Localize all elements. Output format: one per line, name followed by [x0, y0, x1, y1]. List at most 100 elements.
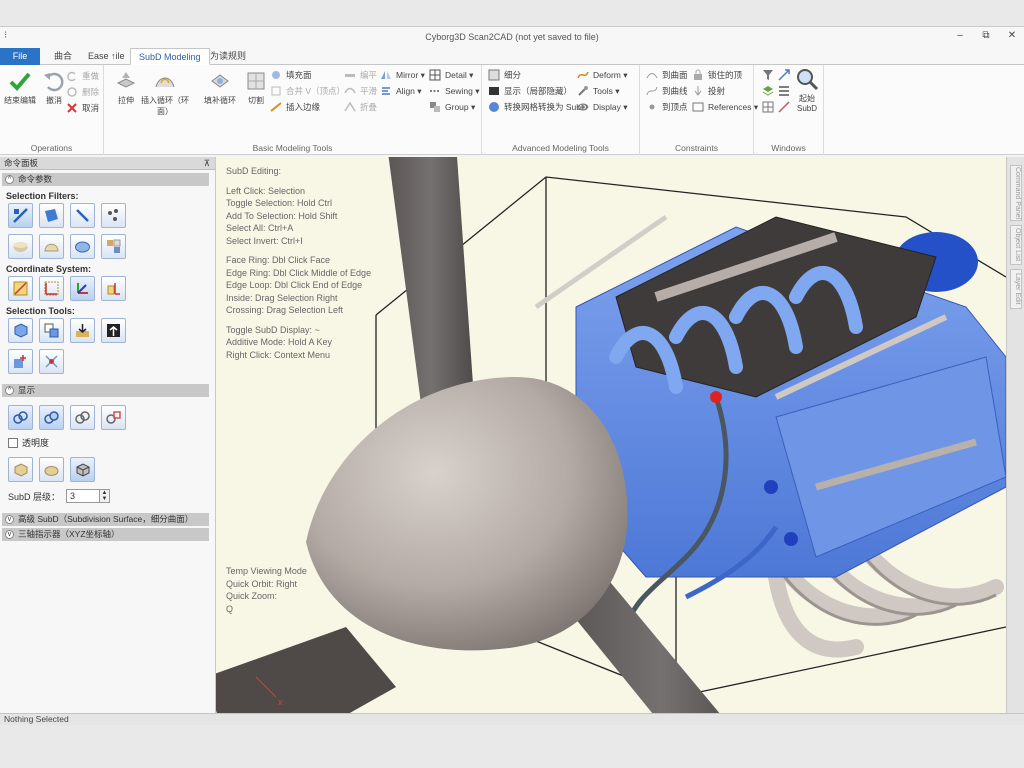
to-vertex-label: 到顶点	[662, 102, 688, 112]
subd-level-stepper[interactable]: ▲ ▼	[100, 489, 111, 503]
filter-vertex-button[interactable]	[8, 203, 33, 228]
merge-vertex-button[interactable]: 合并 V（顶点）	[270, 84, 345, 98]
tool-select-down-button[interactable]	[70, 318, 95, 343]
show-hide-button[interactable]: 显示（局部隐藏）	[488, 84, 572, 98]
filter-group-button[interactable]	[101, 234, 126, 259]
filter-edge-button[interactable]	[70, 203, 95, 228]
coord-local-button[interactable]	[70, 276, 95, 301]
display-mode-3-button[interactable]	[70, 405, 95, 430]
project-button[interactable]: 投射	[692, 84, 725, 98]
coord-view-button[interactable]	[39, 276, 64, 301]
coord-world-button[interactable]	[8, 276, 33, 301]
tool-select-up-button[interactable]	[101, 318, 126, 343]
minimize-button[interactable]: –	[954, 30, 966, 42]
detail-button[interactable]: Detail ▾	[429, 68, 473, 82]
display-mode-1-button[interactable]	[8, 405, 33, 430]
display-mode-2-button[interactable]	[39, 405, 64, 430]
section-advanced-subd[interactable]: v 高级 SubD（Subdivision Surface，细分曲面）	[2, 513, 209, 526]
filter-solid-button[interactable]	[8, 234, 33, 259]
transparency-checkbox[interactable]	[8, 437, 18, 448]
flatten-button[interactable]: 编平	[344, 68, 377, 82]
shade-smooth-button[interactable]	[39, 457, 64, 482]
filter-icon[interactable]	[762, 69, 774, 81]
section-command-params[interactable]: ^ 命令参数	[2, 173, 209, 186]
clear-button[interactable]: 取消	[66, 101, 99, 115]
window-title: Cyborg3D Scan2CAD (not yet saved to file…	[425, 32, 599, 42]
section-display-label: 显示	[18, 385, 36, 395]
grid-icon[interactable]	[762, 101, 774, 113]
to-surface-button[interactable]: 到曲面	[646, 68, 688, 82]
align-button[interactable]: Align ▾	[380, 84, 422, 98]
tab-ease-file[interactable]: Ease ↑ile	[80, 48, 133, 65]
list-icon[interactable]	[778, 85, 790, 97]
command-panel-header: 命令面板 ⊼	[0, 157, 215, 170]
fill-loop-button[interactable]: 填补循环	[198, 69, 242, 106]
subdivide-button[interactable]: 细分	[488, 68, 521, 82]
measure-icon[interactable]	[778, 101, 790, 113]
layers-icon[interactable]	[762, 85, 774, 97]
tool-select-box-button[interactable]	[8, 318, 33, 343]
transform-icon[interactable]	[778, 69, 790, 81]
side-tab-object-list[interactable]: Object List	[1010, 225, 1022, 265]
sewing-button[interactable]: Sewing ▾	[429, 84, 480, 98]
tool-shrink-button[interactable]	[39, 349, 64, 374]
display-mode-4-button[interactable]	[101, 405, 126, 430]
filter-mesh-button[interactable]	[70, 234, 95, 259]
3d-viewport[interactable]: x SubD Editing: Left Click: Selection Togg…	[216, 157, 1006, 713]
smooth-button[interactable]: 平滑	[344, 84, 377, 98]
cut-button[interactable]: 切割	[238, 69, 274, 106]
propeller-spinner	[306, 377, 628, 651]
tab-file[interactable]: File	[0, 48, 40, 65]
subd-level-input[interactable]: 3	[66, 489, 101, 503]
insert-edge-button[interactable]: 插入边缘	[270, 100, 320, 114]
chevron-up-icon: ^	[5, 386, 14, 395]
copy-icon	[44, 323, 59, 338]
close-button[interactable]: ✕	[1006, 30, 1018, 42]
display-button[interactable]: Display ▾	[577, 100, 628, 114]
side-tab-command-panel[interactable]: Command Panel	[1010, 165, 1022, 221]
group-button[interactable]: Group ▾	[429, 100, 475, 114]
sewing-icon	[430, 90, 440, 92]
start-subd-button[interactable]: 起始 SubD	[792, 67, 822, 113]
pin-icon[interactable]: ⊼	[204, 157, 210, 170]
tab-rules[interactable]: 为读规则	[202, 48, 254, 65]
shade-wire-button[interactable]	[70, 457, 95, 482]
redo-button[interactable]: 重做	[66, 69, 99, 83]
ribbon: 结束编辑 撤消 重做 删除 取消 Operations 拉伸 插入循环（环面）	[0, 65, 1024, 155]
tab-subd-modeling[interactable]: SubD Modeling	[130, 48, 210, 65]
shade-flat-button[interactable]	[8, 457, 33, 482]
lock-icon	[694, 69, 702, 80]
command-panel: 命令面板 ⊼ ^ 命令参数 Selection Filters: Coordin…	[0, 157, 216, 713]
coord-object-button[interactable]	[101, 276, 126, 301]
fill-face-button[interactable]: 填充面	[270, 68, 312, 82]
to-vertex-button[interactable]: 到顶点	[646, 100, 688, 114]
tab-home[interactable]: 曲合	[46, 48, 80, 65]
tool-grow-button[interactable]	[8, 349, 33, 374]
deform-button[interactable]: Deform ▾	[577, 68, 628, 82]
to-curve-button[interactable]: 到曲线	[646, 84, 688, 98]
section-display[interactable]: ^ 显示	[2, 384, 209, 397]
fold-icon	[344, 101, 356, 112]
convert-mesh-button[interactable]: 转换网格转换为 SubD	[488, 100, 587, 114]
tool-select-copy-button[interactable]	[39, 318, 64, 343]
status-bar: Nothing Selected	[0, 713, 1024, 725]
selection-tools-label: Selection Tools:	[6, 306, 75, 316]
flatten-icon	[345, 74, 355, 77]
tools-button[interactable]: Tools ▾	[577, 84, 619, 98]
filter-point-button[interactable]	[101, 203, 126, 228]
selection-tools-row-2	[8, 349, 215, 374]
section-xyz-indicator[interactable]: v 三轴指示器（XYZ坐标轴）	[2, 528, 209, 541]
locked-vertex-button[interactable]: 锁住的顶	[692, 68, 742, 82]
delete-button[interactable]: 删除	[66, 85, 99, 99]
cut-icon	[247, 72, 265, 90]
filter-shell-button[interactable]	[39, 234, 64, 259]
side-tab-layer-edit[interactable]: Layer Edit	[1010, 269, 1022, 309]
restore-button[interactable]: ⧉	[980, 30, 992, 42]
references-button[interactable]: References ▾	[692, 100, 758, 114]
solid-filter-icon	[13, 242, 28, 252]
filter-face-button[interactable]	[39, 203, 64, 228]
mirror-button[interactable]: Mirror ▾	[380, 68, 425, 82]
fold-button[interactable]: 折叠	[344, 100, 377, 114]
plug-blue	[764, 480, 778, 494]
insert-loop-button[interactable]: 插入循环（环面）	[136, 69, 194, 117]
